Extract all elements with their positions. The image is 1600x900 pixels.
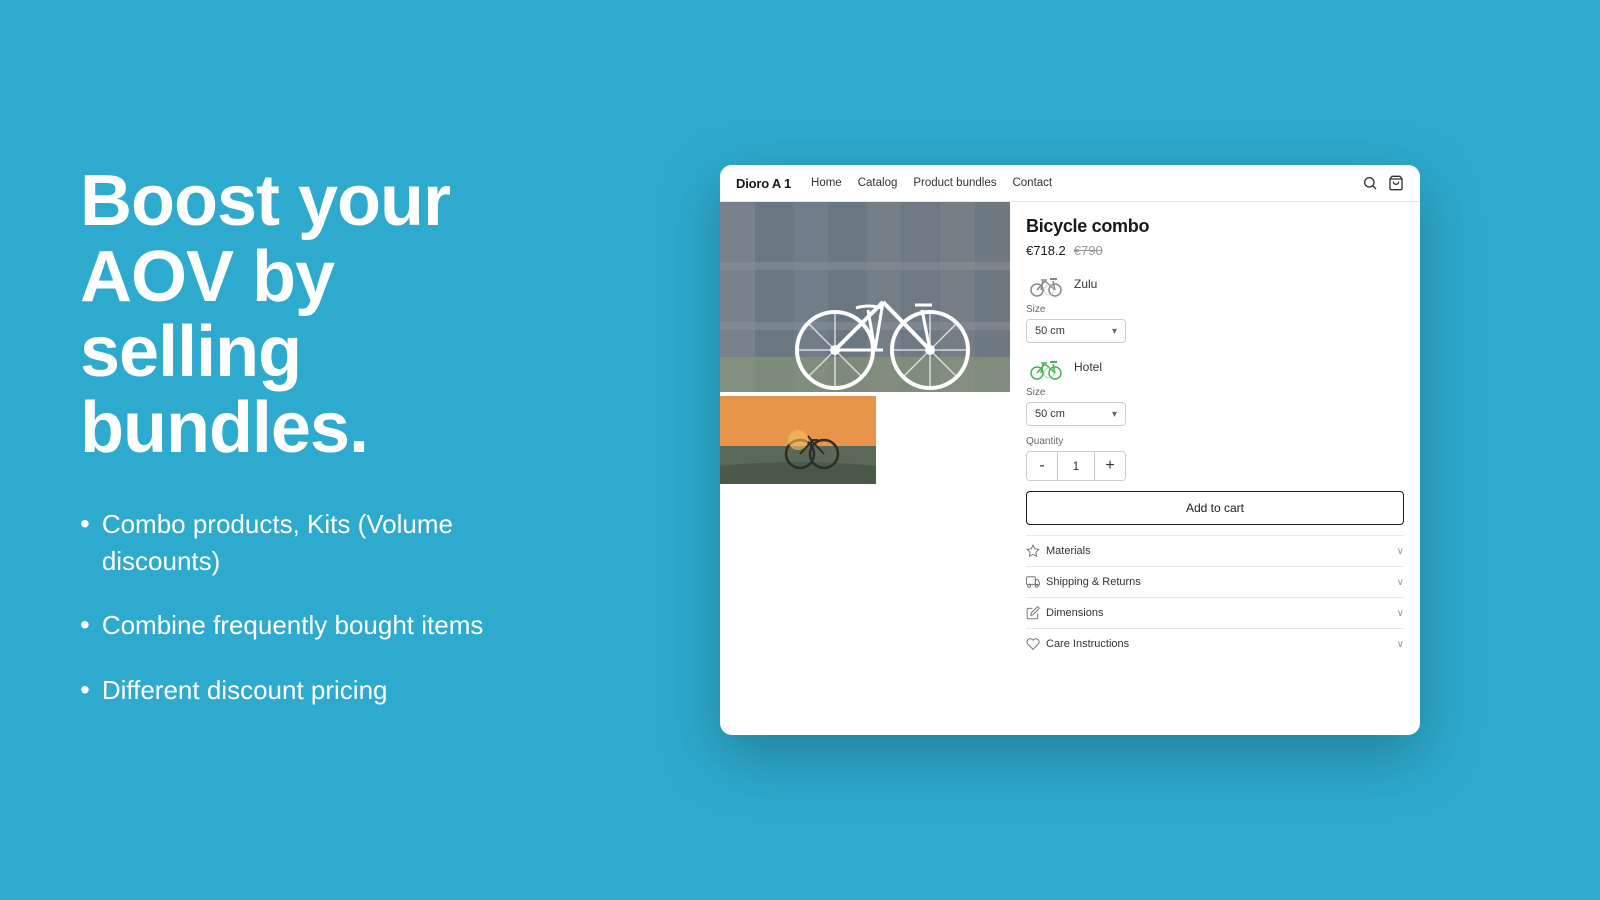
quantity-label: Quantity — [1026, 436, 1404, 447]
right-panel: Dioro A 1 Home Catalog Product bundles C… — [580, 125, 1600, 775]
store-name: Dioro A 1 — [736, 176, 791, 191]
browser-window: Dioro A 1 Home Catalog Product bundles C… — [720, 165, 1420, 735]
nav-bundles[interactable]: Product bundles — [913, 177, 996, 189]
hotel-chevron-icon: ▾ — [1112, 409, 1117, 420]
materials-chevron-icon: ∨ — [1397, 546, 1404, 557]
left-panel: Boost your AOV by selling bundles. Combo… — [0, 104, 580, 796]
headline: Boost your AOV by selling bundles. — [80, 164, 520, 466]
quantity-value: 1 — [1057, 452, 1095, 480]
dimensions-chevron-icon: ∨ — [1397, 608, 1404, 619]
secondary-image-svg — [720, 396, 876, 484]
hotel-size-label: Size — [1026, 387, 1404, 398]
bike-option-hotel: Hotel — [1026, 353, 1404, 381]
hotel-size-select[interactable]: 50 cm ▾ — [1026, 402, 1126, 426]
nav-links: Home Catalog Product bundles Contact — [811, 177, 1342, 189]
accordion-materials-left: Materials — [1026, 544, 1091, 558]
hotel-label: Hotel — [1074, 360, 1102, 374]
nav-icons — [1362, 175, 1404, 191]
cart-icon[interactable] — [1388, 175, 1404, 191]
quantity-decrease-button[interactable]: - — [1027, 452, 1057, 480]
hotel-size-value: 50 cm — [1035, 408, 1065, 420]
accordion-materials[interactable]: Materials ∨ — [1026, 535, 1404, 566]
product-title: Bicycle combo — [1026, 216, 1404, 237]
secondary-product-image — [720, 396, 876, 484]
product-images — [720, 202, 1010, 735]
accordion-dimensions-left: Dimensions — [1026, 606, 1103, 620]
price-current: €718.2 — [1026, 243, 1066, 258]
bullet-item-1: Combo products, Kits (Volume discounts) — [80, 506, 520, 579]
zulu-chevron-icon: ▾ — [1112, 326, 1117, 337]
shipping-chevron-icon: ∨ — [1397, 577, 1404, 588]
truck-icon — [1026, 575, 1040, 589]
accordion-care[interactable]: Care Instructions ∨ — [1026, 628, 1404, 659]
heart-icon — [1026, 637, 1040, 651]
main-product-image — [720, 202, 1010, 392]
accordion-shipping-left: Shipping & Returns — [1026, 575, 1141, 589]
shipping-label: Shipping & Returns — [1046, 576, 1141, 588]
nav-catalog[interactable]: Catalog — [858, 177, 898, 189]
nav-home[interactable]: Home — [811, 177, 842, 189]
zulu-icon-wrapper — [1026, 270, 1066, 298]
star-icon — [1026, 544, 1040, 558]
materials-label: Materials — [1046, 545, 1091, 557]
accordion-shipping[interactable]: Shipping & Returns ∨ — [1026, 566, 1404, 597]
care-chevron-icon: ∨ — [1397, 639, 1404, 650]
bike-option-zulu: Zulu — [1026, 270, 1404, 298]
quantity-increase-button[interactable]: + — [1095, 452, 1125, 480]
price-row: €718.2 €790 — [1026, 243, 1404, 258]
zulu-size-label: Size — [1026, 304, 1404, 315]
product-details: Bicycle combo €718.2 €790 — [1010, 202, 1420, 735]
hotel-icon-wrapper — [1026, 353, 1066, 381]
price-original: €790 — [1074, 243, 1103, 258]
accordion-care-left: Care Instructions — [1026, 637, 1129, 651]
main-image-svg — [720, 202, 1010, 392]
pencil-icon — [1026, 606, 1040, 620]
bullet-list: Combo products, Kits (Volume discounts) … — [80, 506, 520, 708]
search-icon[interactable] — [1362, 175, 1378, 191]
dimensions-label: Dimensions — [1046, 607, 1103, 619]
care-label: Care Instructions — [1046, 638, 1129, 650]
add-to-cart-button[interactable]: Add to cart — [1026, 491, 1404, 525]
product-area: Bicycle combo €718.2 €790 — [720, 202, 1420, 735]
bullet-item-2: Combine frequently bought items — [80, 607, 520, 643]
bullet-item-3: Different discount pricing — [80, 672, 520, 708]
browser-nav: Dioro A 1 Home Catalog Product bundles C… — [720, 165, 1420, 202]
zulu-label: Zulu — [1074, 277, 1097, 291]
nav-contact[interactable]: Contact — [1012, 177, 1052, 189]
zulu-size-value: 50 cm — [1035, 325, 1065, 337]
zulu-size-select[interactable]: 50 cm ▾ — [1026, 319, 1126, 343]
hotel-bike-icon — [1027, 354, 1065, 380]
zulu-bike-icon — [1027, 271, 1065, 297]
quantity-control: - 1 + — [1026, 451, 1126, 481]
accordion-dimensions[interactable]: Dimensions ∨ — [1026, 597, 1404, 628]
